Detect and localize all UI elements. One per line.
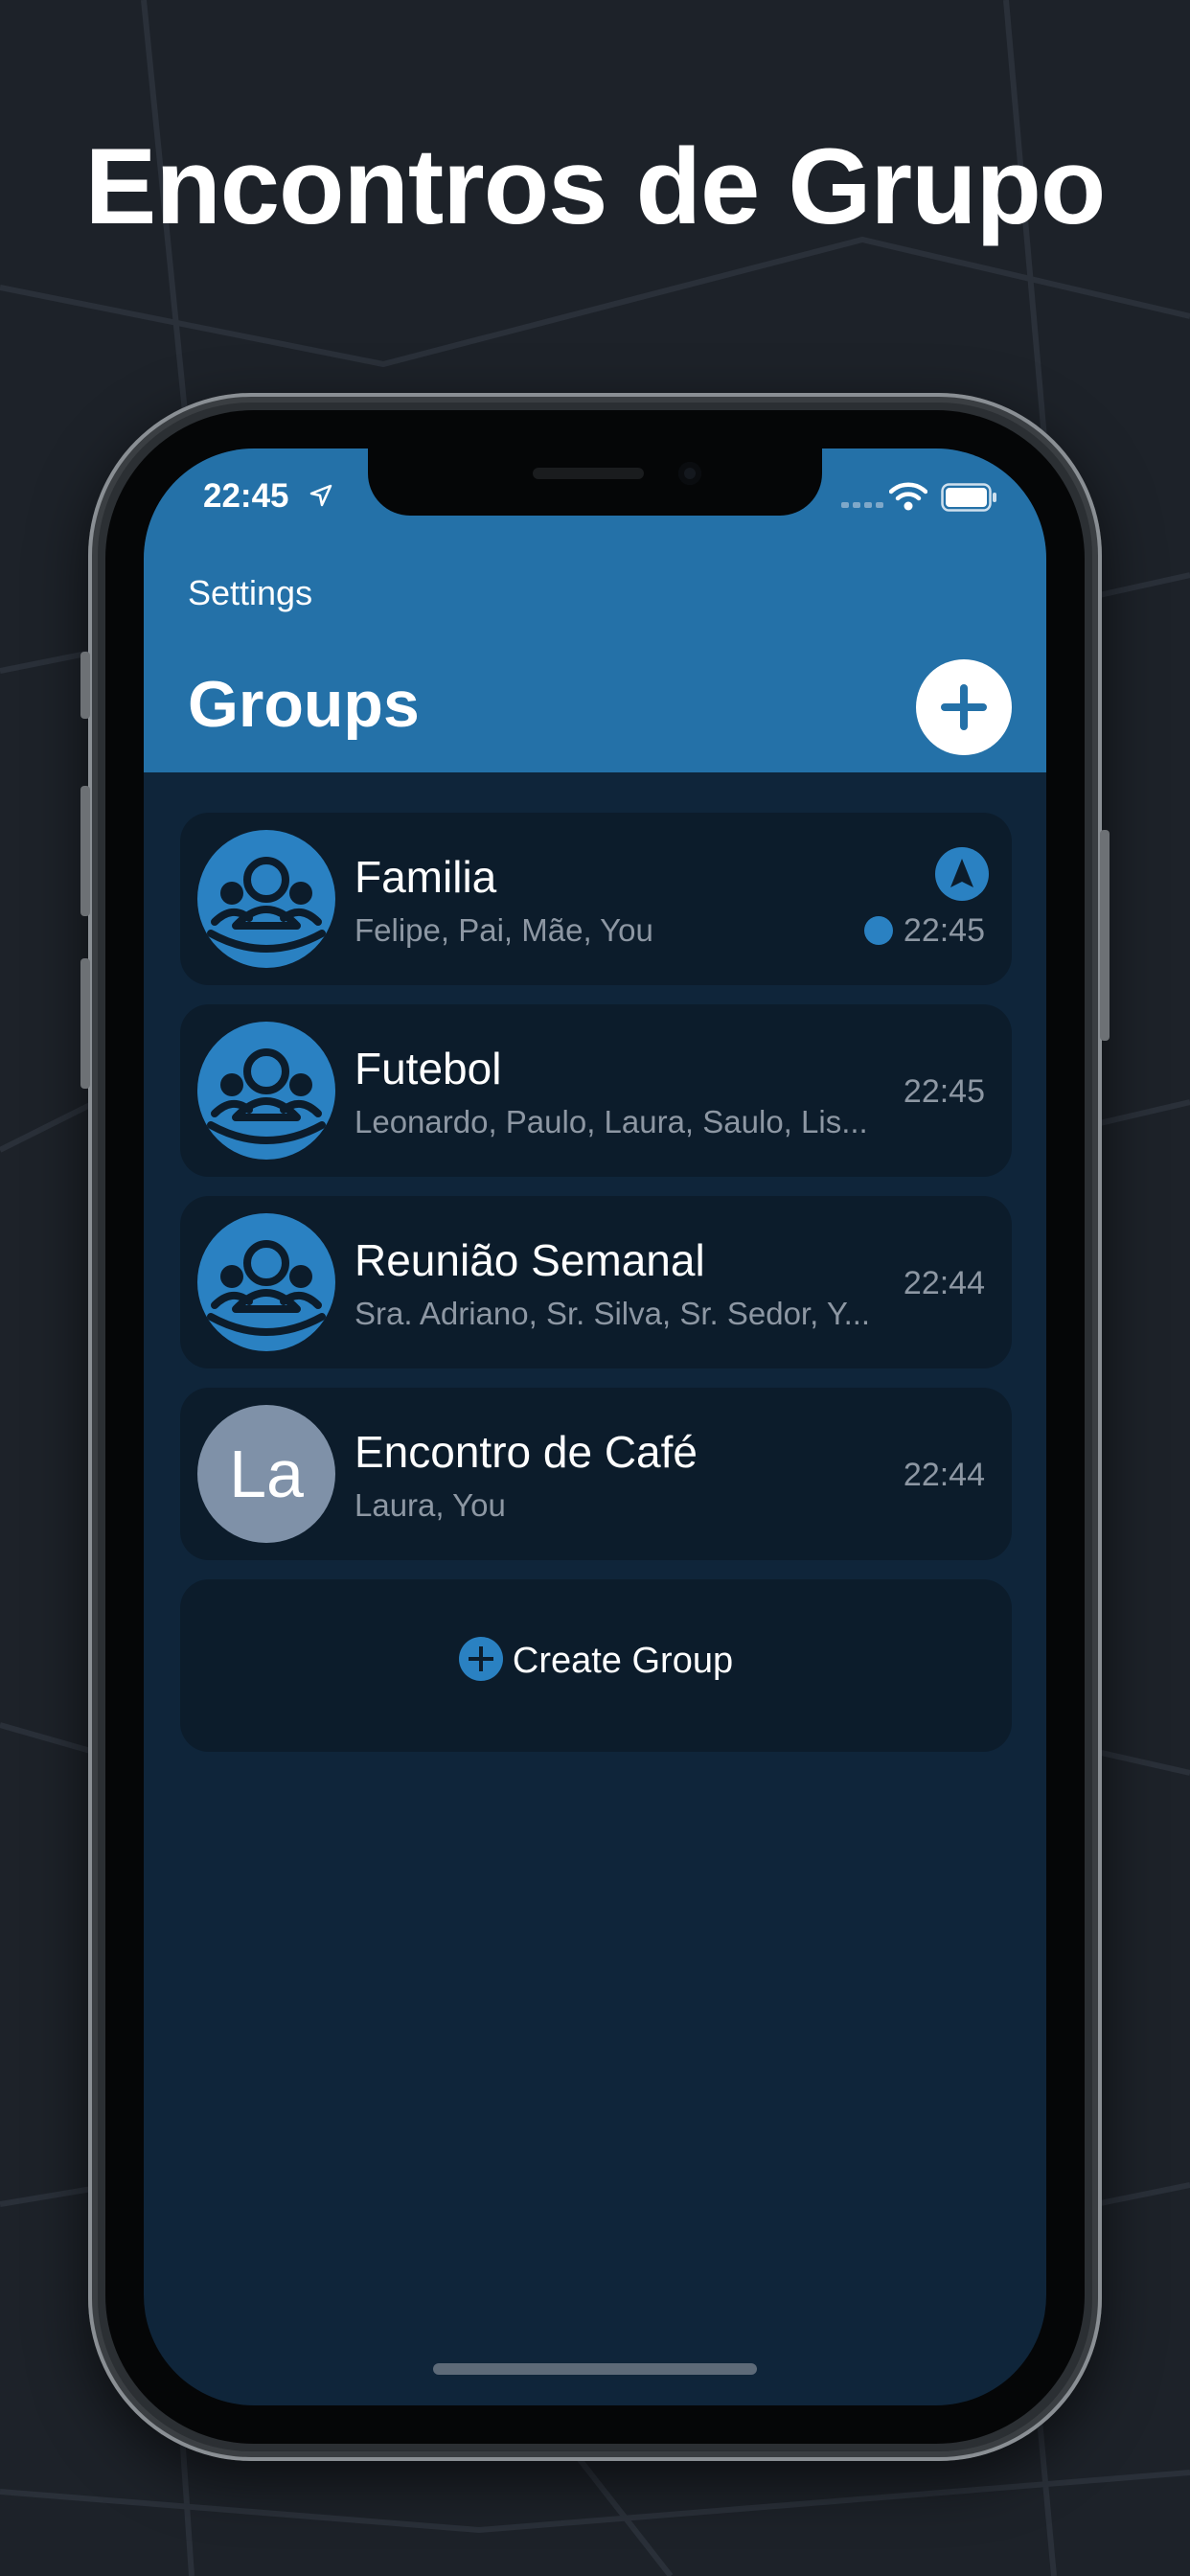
group-members: Laura, You — [355, 1487, 506, 1523]
notch — [368, 448, 822, 516]
group-name: Encontro de Café — [355, 1427, 698, 1477]
group-members: Felipe, Pai, Mãe, You — [355, 912, 653, 948]
group-time: 22:44 — [903, 1265, 985, 1301]
group-card-encontro-de-cafe[interactable]: La Encontro de Café Laura, You 22:44 — [180, 1388, 1012, 1560]
group-time: 22:45 — [903, 1073, 985, 1110]
app-screen: 22:45 Settings Groups Familia Felipe, Pa… — [144, 448, 1046, 2405]
group-name: Futebol — [355, 1044, 502, 1093]
live-location-dot-icon — [864, 916, 893, 945]
home-indicator[interactable] — [433, 2363, 757, 2375]
group-avatar — [197, 830, 335, 968]
create-group-button[interactable]: Create Group — [180, 1579, 1012, 1752]
volume-down-button — [80, 958, 90, 1089]
group-avatar — [197, 1213, 335, 1351]
status-time: 22:45 — [203, 477, 289, 515]
location-arrow-icon — [309, 484, 332, 507]
group-card-reuniao-semanal[interactable]: Reunião Semanal Sra. Adriano, Sr. Silva,… — [180, 1196, 1012, 1368]
group-icon — [207, 857, 326, 953]
group-name: Reunião Semanal — [355, 1235, 705, 1285]
headline: Encontros de Grupo — [84, 126, 1107, 246]
signal-dots-icon — [841, 502, 883, 508]
power-button — [1100, 830, 1110, 1041]
group-time: 22:44 — [903, 1457, 985, 1493]
page-title: Groups — [188, 668, 420, 741]
volume-up-button — [80, 786, 90, 916]
group-time: 22:45 — [903, 912, 985, 949]
group-card-futebol[interactable]: Futebol Leonardo, Paulo, Laura, Saulo, L… — [180, 1004, 1012, 1177]
group-members: Sra. Adriano, Sr. Silva, Sr. Sedor, Y... — [355, 1296, 871, 1331]
battery-icon — [941, 483, 996, 512]
group-icon — [207, 1240, 326, 1336]
plus-circle-icon — [458, 1637, 503, 1681]
add-group-button[interactable] — [916, 659, 1012, 755]
group-icon — [207, 1048, 326, 1144]
group-name: Familia — [355, 852, 497, 902]
initials-avatar: La — [197, 1405, 335, 1543]
mute-switch — [80, 652, 90, 719]
group-card-familia[interactable]: Familia Felipe, Pai, Mãe, You 22:45 — [180, 813, 1012, 985]
front-camera — [678, 462, 701, 485]
create-group-row: Create Group — [180, 1637, 1012, 1685]
wifi-icon — [889, 482, 927, 511]
group-avatar — [197, 1022, 335, 1160]
plus-icon — [941, 684, 987, 730]
create-group-label: Create Group — [512, 1641, 734, 1682]
navigation-arrow-icon[interactable] — [935, 847, 989, 901]
earpiece-speaker — [533, 468, 644, 479]
settings-link[interactable]: Settings — [188, 573, 312, 613]
group-members: Leonardo, Paulo, Laura, Saulo, Lis... — [355, 1104, 868, 1139]
